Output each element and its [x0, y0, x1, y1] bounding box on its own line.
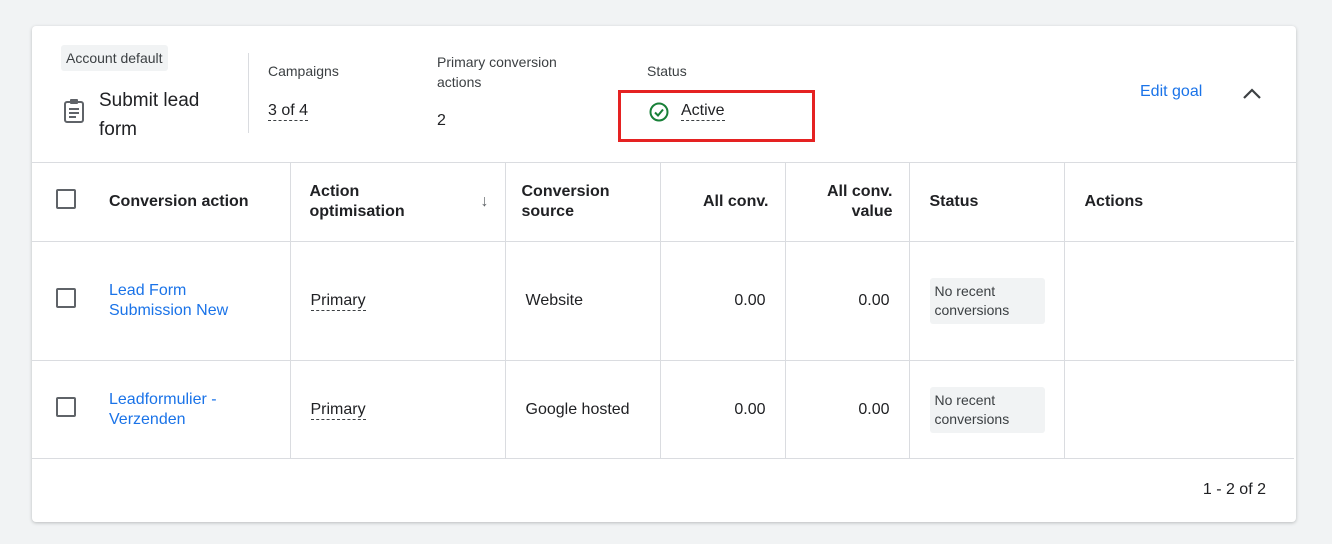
conversion-actions-table: Conversion action Action optimisation ↓ C…: [32, 162, 1294, 459]
row-checkbox[interactable]: [56, 288, 76, 308]
clipboard-icon: [64, 99, 84, 123]
header-all-conv-value[interactable]: All conv. value: [784, 162, 909, 242]
status-chip: No recent conversions: [929, 386, 1045, 433]
account-default-badge: Account default: [61, 45, 168, 71]
all-conv-value: 0.00: [659, 360, 785, 459]
source-value: Website: [504, 241, 660, 361]
campaigns-value[interactable]: 3 of 4: [268, 102, 309, 121]
goal-title: Submit lead form: [99, 90, 200, 140]
optimisation-value[interactable]: Primary: [310, 400, 366, 420]
actions-cell: [1063, 241, 1294, 361]
header-action-optimisation[interactable]: Action optimisation ↓: [289, 162, 505, 242]
row-checkbox[interactable]: [56, 396, 76, 417]
all-conv-value: 0.00: [659, 241, 785, 361]
table-row: Leadformulier - Verzenden Primary Google…: [32, 360, 1294, 459]
conversion-action-link[interactable]: Lead Form Submission New: [109, 282, 228, 319]
header-status[interactable]: Status: [908, 162, 1064, 242]
status-chip: No recent conversions: [929, 278, 1045, 324]
goal-header: Account default Submit lead form Campaig…: [32, 26, 1296, 163]
table-header-row: Conversion action Action optimisation ↓ C…: [32, 162, 1294, 242]
source-value: Google hosted: [504, 360, 660, 459]
all-conv-value-value: 0.00: [784, 241, 909, 361]
edit-goal-button[interactable]: Edit goal: [1140, 83, 1202, 101]
pagination-summary: 1 - 2 of 2: [1202, 481, 1266, 498]
status-label: Status: [647, 63, 687, 79]
sort-arrow-down-icon[interactable]: ↓: [481, 192, 489, 212]
chevron-up-icon[interactable]: [1240, 82, 1264, 106]
header-all-conv[interactable]: All conv.: [659, 162, 785, 242]
primary-actions-label: Primary conversion actions: [437, 54, 557, 90]
divider: [248, 53, 249, 133]
conversion-action-link[interactable]: Leadformulier - Verzenden: [109, 391, 217, 428]
status-highlight-box: [618, 90, 815, 142]
all-conv-value-value: 0.00: [784, 360, 909, 459]
goal-card: Account default Submit lead form Campaig…: [32, 26, 1296, 522]
select-all-checkbox[interactable]: [56, 188, 76, 209]
primary-actions-value: 2: [437, 112, 446, 129]
table-row: Lead Form Submission New Primary Website…: [32, 241, 1294, 361]
header-conversion-action[interactable]: Conversion action: [90, 162, 290, 242]
actions-cell: [1063, 360, 1294, 459]
header-actions: Actions: [1063, 162, 1294, 242]
header-conversion-source[interactable]: Conversion source: [504, 162, 660, 242]
optimisation-value[interactable]: Primary: [310, 292, 366, 311]
campaigns-label: Campaigns: [268, 63, 339, 79]
